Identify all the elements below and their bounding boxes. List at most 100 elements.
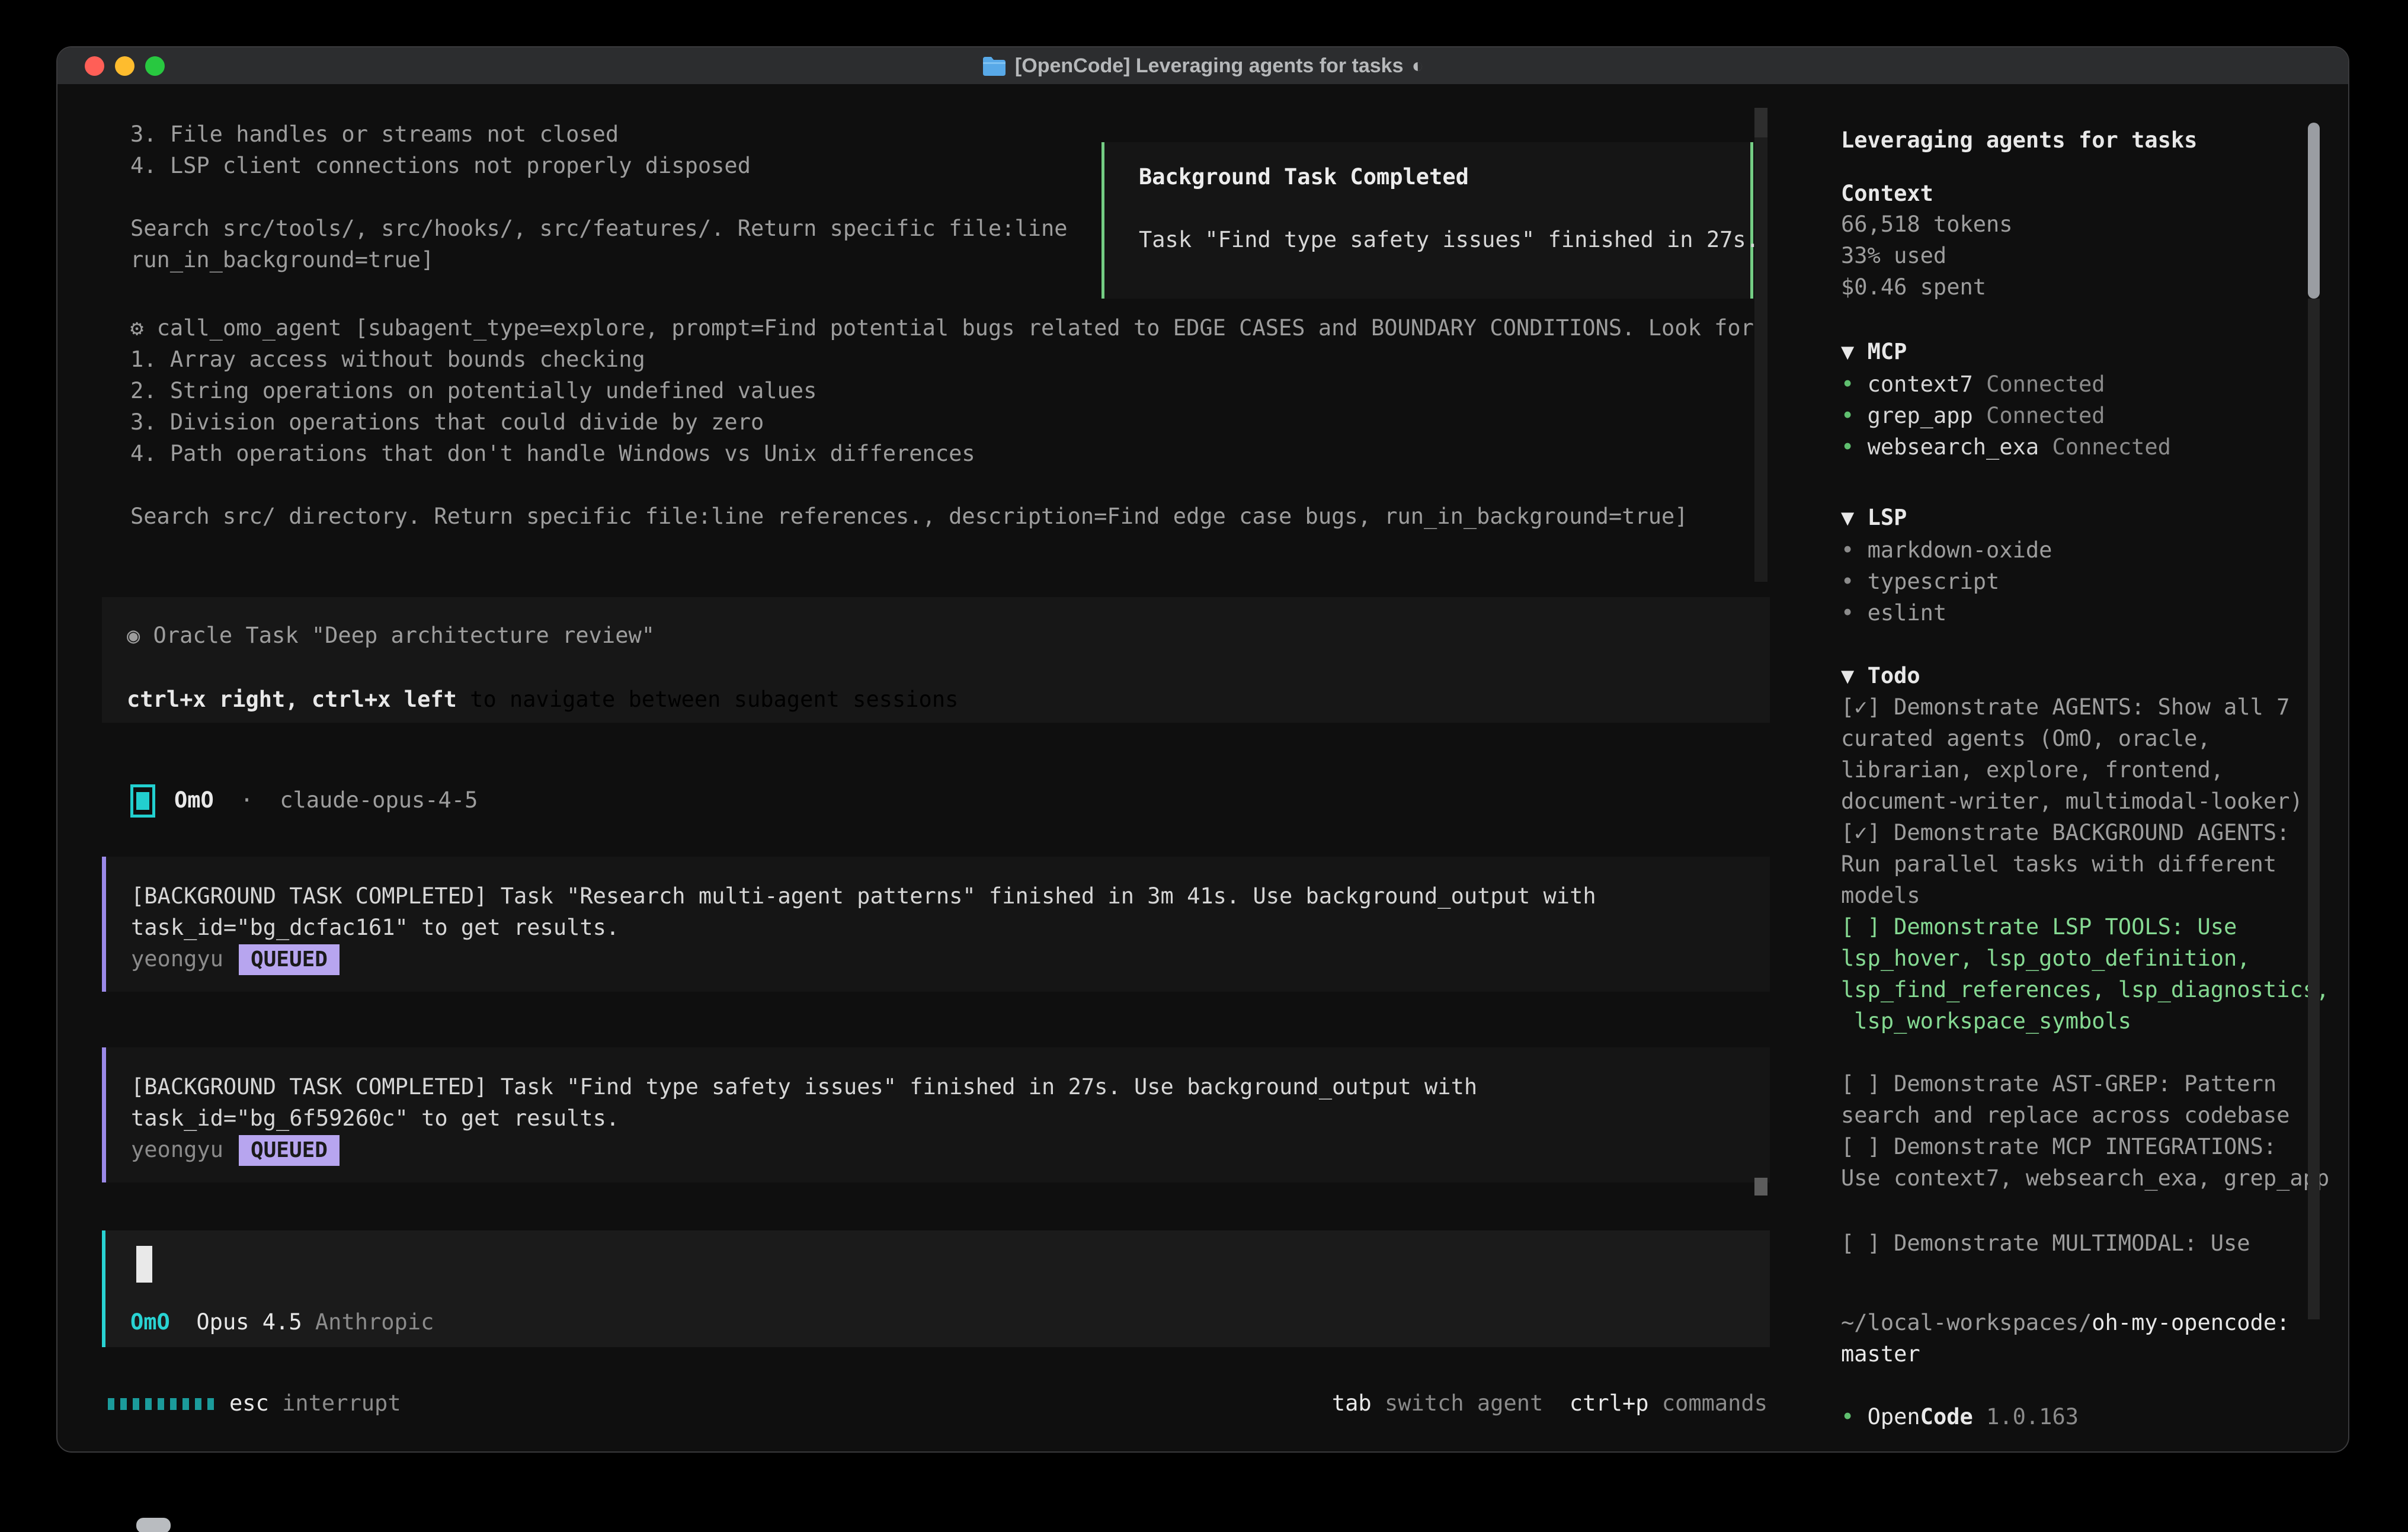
input-model: Opus 4.5 bbox=[196, 1309, 302, 1335]
main-scrollbar-thumb[interactable] bbox=[1754, 108, 1767, 137]
sidebar-scrollbar-track[interactable] bbox=[2308, 299, 2320, 1319]
minimize-button[interactable] bbox=[115, 56, 135, 76]
spinner-dots bbox=[108, 1398, 214, 1410]
ctrlp-key: ctrl+p bbox=[1570, 1390, 1649, 1416]
background-task-message[interactable]: [BACKGROUND TASK COMPLETED] Task "Resear… bbox=[102, 857, 1770, 992]
todo-line: models bbox=[1841, 880, 1920, 911]
agent-header: OmO · claude-opus-4-5 bbox=[174, 784, 478, 816]
hint-text: to navigate between subagent sessions bbox=[457, 687, 958, 712]
task-line-2: task_id="bg_6f59260c" to get results. bbox=[131, 1102, 619, 1134]
opencode-terminal-window: [OpenCode] Leveraging agents for tasks ◐… bbox=[56, 46, 2349, 1453]
context-spent: $0.46 spent bbox=[1841, 271, 1986, 303]
ctrlp-label: commands bbox=[1662, 1390, 1767, 1416]
bullet-icon: • bbox=[1841, 600, 1854, 626]
main-scrollbar-marker[interactable] bbox=[1754, 1178, 1767, 1196]
statusbar-right: tab switch agent ctrl+p commands bbox=[1332, 1387, 1767, 1419]
todo-line: [ ] Demonstrate MCP INTEGRATIONS: bbox=[1841, 1131, 2276, 1162]
status-dot-icon: • bbox=[1841, 371, 1854, 397]
background-task-message[interactable]: [BACKGROUND TASK COMPLETED] Task "Find t… bbox=[102, 1047, 1770, 1182]
lsp-name: typescript bbox=[1868, 569, 2000, 594]
background-task-toast: Background Task Completed Task "Find typ… bbox=[1101, 142, 1753, 299]
transcript-line: Search src/tools/, src/hooks/, src/featu… bbox=[130, 213, 1068, 244]
separator-dot: · bbox=[240, 787, 253, 813]
chevron-down-icon: ▼ bbox=[1841, 663, 1854, 688]
author-name: yeongyu bbox=[131, 946, 223, 972]
task-meta: yeongyuQUEUED bbox=[131, 1134, 340, 1165]
mcp-section-header[interactable]: ▼ MCP bbox=[1841, 336, 1907, 367]
hint-keys: ctrl+x right, ctrl+x left bbox=[127, 687, 457, 712]
agent-name: OmO bbox=[174, 787, 214, 813]
todo-section-header[interactable]: ▼ Todo bbox=[1841, 660, 1920, 691]
path-project: oh-my-opencode: bbox=[2092, 1310, 2289, 1335]
todo-line: [ ] Demonstrate AST-GREP: Pattern bbox=[1841, 1068, 2276, 1100]
lsp-item: • typescript bbox=[1841, 566, 1999, 597]
oracle-hint-line: ctrl+x right, ctrl+x left to navigate be… bbox=[127, 684, 958, 715]
task-line-1: [BACKGROUND TASK COMPLETED] Task "Resear… bbox=[131, 880, 1596, 912]
close-button[interactable] bbox=[85, 56, 104, 76]
prompt-input[interactable]: OmO Opus 4.5 Anthropic bbox=[102, 1230, 1770, 1347]
task-meta: yeongyu QUEUED bbox=[131, 943, 340, 975]
oracle-task-card[interactable]: ◉ Oracle Task "Deep architecture review"… bbox=[102, 597, 1770, 723]
todo-line: curated agents (OmO, oracle, bbox=[1841, 723, 2211, 754]
app-version: 1.0.163 bbox=[1986, 1404, 2079, 1430]
input-agent: OmO bbox=[130, 1309, 170, 1335]
app-name-bold: Code bbox=[1920, 1404, 1973, 1430]
chevron-down-icon: ▼ bbox=[1841, 505, 1854, 530]
mcp-name: grep_app bbox=[1868, 403, 1973, 428]
lsp-section-header[interactable]: ▼ LSP bbox=[1841, 502, 1907, 533]
record-icon: ◉ bbox=[127, 623, 140, 648]
transcript-line: 4. LSP client connections not properly d… bbox=[130, 150, 751, 181]
text-cursor bbox=[136, 1246, 152, 1283]
workspace-branch: master bbox=[1841, 1338, 1920, 1370]
main-scrollbar-track[interactable] bbox=[1754, 108, 1767, 582]
input-meta: OmO Opus 4.5 Anthropic bbox=[130, 1306, 434, 1338]
task-line-2: task_id="bg_dcfac161" to get results. bbox=[131, 912, 619, 943]
agent-avatar-icon bbox=[130, 784, 155, 818]
todo-line: document-writer, multimodal-looker) bbox=[1841, 786, 2303, 817]
statusbar-left: esc interrupt bbox=[229, 1387, 401, 1419]
tool-call-tail: Search src/ directory. Return specific f… bbox=[130, 501, 1688, 532]
context-used: 33% used bbox=[1841, 240, 1946, 271]
todo-line-active: lsp_find_references, lsp_diagnostics, bbox=[1841, 974, 2329, 1005]
status-dot-icon: • bbox=[1841, 1404, 1854, 1430]
status-dot-icon: • bbox=[1841, 434, 1854, 460]
mcp-name: context7 bbox=[1868, 371, 1973, 397]
tab-label: switch agent bbox=[1385, 1390, 1543, 1416]
todo-line: Run parallel tasks with different bbox=[1841, 848, 2276, 880]
context-header: Context bbox=[1841, 178, 1933, 209]
app-name: Open bbox=[1868, 1404, 1920, 1430]
window-titlebar[interactable]: [OpenCode] Leveraging agents for tasks ◐ bbox=[57, 47, 2348, 84]
todo-line: [ ] Demonstrate MULTIMODAL: Use bbox=[1841, 1227, 2250, 1259]
lsp-item: • markdown-oxide bbox=[1841, 534, 2052, 566]
desktop: [OpenCode] Leveraging agents for tasks ◐… bbox=[0, 0, 2408, 1532]
sidebar-scrollbar-thumb[interactable] bbox=[2308, 123, 2320, 299]
todo-line: search and replace across codebase bbox=[1841, 1100, 2289, 1131]
todo-line-active: lsp_workspace_symbols bbox=[1841, 1005, 2131, 1037]
mcp-name: websearch_exa bbox=[1868, 434, 2039, 460]
toast-body: Task "Find type safety issues" finished … bbox=[1139, 224, 1759, 255]
task-line-1: [BACKGROUND TASK COMPLETED] Task "Find t… bbox=[131, 1071, 1477, 1102]
session-title: Leveraging agents for tasks bbox=[1841, 124, 2197, 156]
tool-call-item: 2. String operations on potentially unde… bbox=[130, 375, 816, 406]
status-badge: QUEUED bbox=[239, 944, 340, 975]
gear-icon: ⚙ bbox=[130, 315, 143, 341]
tool-call-item: 3. Division operations that could divide… bbox=[130, 406, 764, 438]
todo-line: [✓] Demonstrate AGENTS: Show all 7 bbox=[1841, 691, 2289, 723]
mcp-item: • grep_app Connected bbox=[1841, 400, 2105, 431]
todo-line-active: [ ] Demonstrate LSP TOOLS: Use bbox=[1841, 911, 2237, 943]
zoom-button[interactable] bbox=[145, 56, 165, 76]
mcp-status: Connected bbox=[1986, 403, 2105, 428]
status-dot-icon: • bbox=[1841, 403, 1854, 428]
transcript-line: run_in_background=true] bbox=[130, 244, 434, 275]
tool-call-line: ⚙ call_omo_agent [subagent_type=explore,… bbox=[130, 312, 1754, 344]
transcript-line: 3. File handles or streams not closed bbox=[130, 118, 619, 150]
context-tokens: 66,518 tokens bbox=[1841, 209, 2013, 240]
chevron-down-icon: ▼ bbox=[1841, 339, 1854, 364]
bullet-icon: • bbox=[1841, 537, 1854, 563]
todo-line: Use context7, websearch_exa, grep_app bbox=[1841, 1162, 2329, 1194]
author-name: yeongyu bbox=[131, 1137, 223, 1162]
workspace-path: ~/local-workspaces/oh-my-opencode: bbox=[1841, 1307, 2289, 1338]
toast-title: Background Task Completed bbox=[1139, 161, 1469, 193]
agent-model: claude-opus-4-5 bbox=[280, 787, 478, 813]
esc-key: esc bbox=[229, 1390, 269, 1416]
